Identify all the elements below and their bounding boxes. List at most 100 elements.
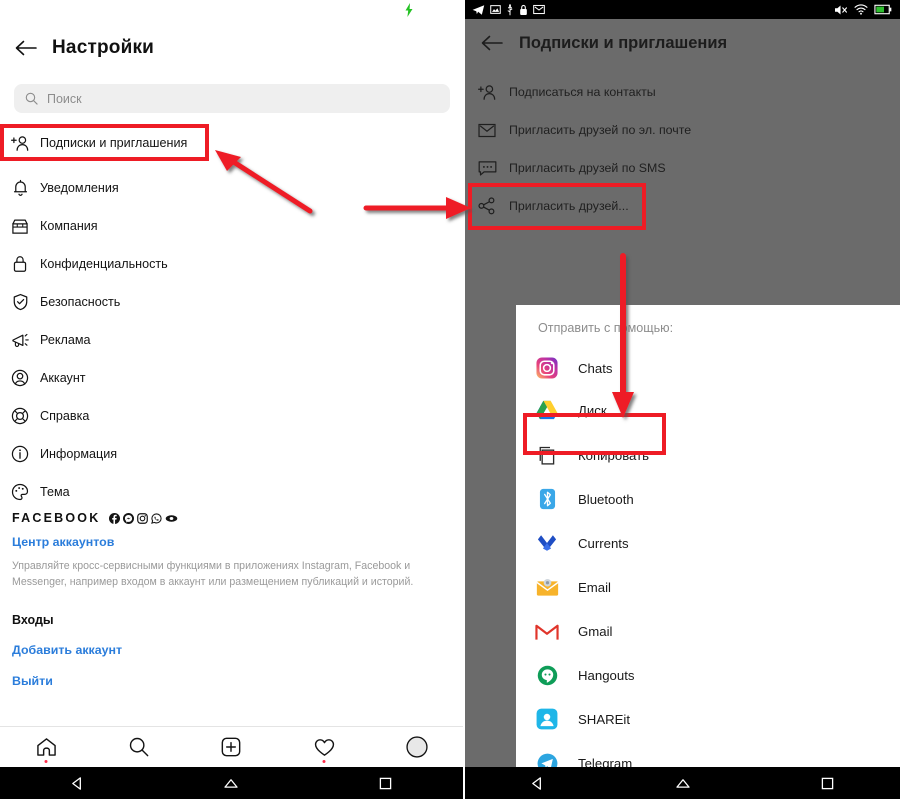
messenger-icon (123, 512, 135, 524)
bell-icon (0, 179, 40, 197)
status-right-icons (834, 4, 900, 16)
sidebar-item-business[interactable]: Компания (0, 211, 463, 241)
page-title: Настройки (52, 37, 155, 58)
tab-create[interactable] (185, 727, 278, 768)
share-app-bluetooth[interactable]: Bluetooth (516, 477, 900, 521)
usb-icon (507, 3, 513, 15)
menu-item-label: Пригласить друзей по эл. почте (509, 123, 692, 137)
menu-item-label: Пригласить друзей по SMS (509, 161, 666, 175)
store-icon (0, 218, 40, 235)
currents-icon (516, 533, 578, 553)
screenshot-icon (490, 5, 501, 14)
sidebar-item-theme[interactable]: Тема (0, 477, 463, 507)
whatsapp-icon (151, 512, 163, 524)
facebook-brand-icons (109, 512, 178, 524)
menu-item-invite-friends[interactable]: Пригласить друзей... (465, 192, 900, 220)
share-app-copy[interactable]: Копировать (516, 433, 900, 477)
share-app-gmail[interactable]: Gmail (516, 609, 900, 653)
search-input-placeholder: Поиск (47, 91, 82, 106)
share-app-label: Gmail (578, 623, 613, 639)
tab-home[interactable] (0, 727, 93, 768)
add-account-link[interactable]: Добавить аккаунт (12, 643, 452, 657)
home-triangle-icon[interactable] (154, 777, 308, 789)
left-status-bar (0, 0, 463, 22)
back-triangle-icon[interactable] (465, 776, 610, 791)
share-app-label: Email (578, 579, 611, 595)
share-app-label: Копировать (578, 447, 650, 463)
recents-square-icon[interactable] (755, 777, 900, 790)
sidebar-item-label: Информация (40, 447, 118, 461)
home-triangle-icon[interactable] (610, 777, 755, 789)
google-drive-icon (516, 400, 578, 420)
menu-item-follow-contacts[interactable]: Подписаться на контакты (465, 78, 900, 106)
back-triangle-icon[interactable] (0, 776, 154, 791)
search-field[interactable]: Поиск (14, 84, 450, 113)
accounts-center-link[interactable]: Центр аккаунтов (12, 535, 452, 549)
right-android-navbar (465, 767, 900, 799)
logout-link[interactable]: Выйти (12, 674, 452, 688)
facebook-icon (109, 512, 121, 524)
right-header: Подписки и приглашения (465, 19, 900, 67)
envelope-icon (465, 123, 509, 138)
sms-icon (465, 160, 509, 177)
sidebar-item-security[interactable]: Безопасность (0, 287, 463, 317)
sidebar-item-privacy[interactable]: Конфиденциальность (0, 249, 463, 279)
share-app-label: Chats (578, 360, 613, 376)
left-phone-screen: Настройки Поиск Подписки и приглашения У… (0, 0, 463, 799)
share-app-drive[interactable]: Диск (516, 388, 900, 432)
share-app-hangouts[interactable]: Hangouts (516, 653, 900, 697)
share-app-label: SHAREit (578, 711, 631, 727)
recents-square-icon[interactable] (309, 777, 463, 790)
instagram-icon (516, 357, 578, 379)
palette-icon (0, 483, 40, 501)
telegram-icon (472, 4, 485, 15)
facebook-block: FACEBOOK Центр аккаунтов Управляйте крос… (12, 509, 452, 688)
sidebar-item-label: Конфиденциальность (40, 257, 168, 271)
email-icon (516, 578, 578, 597)
share-app-email[interactable]: Email (516, 565, 900, 609)
sidebar-item-label: Подписки и приглашения (40, 136, 188, 150)
share-sheet-title: Отправить с помощью: (538, 321, 674, 335)
shield-check-icon (0, 293, 40, 311)
share-app-shareit[interactable]: SHAREit (516, 697, 900, 741)
status-left-icons (465, 3, 545, 16)
back-arrow-icon[interactable] (465, 35, 519, 51)
shareit-icon (516, 708, 578, 730)
share-app-chats[interactable]: Chats (516, 346, 900, 390)
sidebar-item-notifications[interactable]: Уведомления (0, 173, 463, 203)
tab-activity[interactable] (278, 727, 371, 768)
logins-heading: Входы (12, 612, 54, 627)
page-title: Подписки и приглашения (519, 33, 728, 52)
left-header: Настройки (0, 24, 463, 72)
tab-search[interactable] (93, 727, 186, 768)
info-icon (0, 445, 40, 463)
bluetooth-icon (516, 488, 578, 510)
sidebar-item-ads[interactable]: Реклама (0, 325, 463, 355)
menu-item-invite-email[interactable]: Пригласить друзей по эл. почте (465, 116, 900, 144)
share-app-label: Hangouts (578, 667, 635, 683)
tab-profile[interactable] (370, 727, 463, 768)
sidebar-item-label: Тема (40, 485, 70, 499)
sidebar-item-label: Компания (40, 219, 98, 233)
home-icon (37, 738, 56, 756)
left-android-navbar (0, 767, 463, 799)
share-app-currents[interactable]: Currents (516, 521, 900, 565)
facebook-heading-row: FACEBOOK (12, 509, 452, 527)
hangouts-icon (516, 665, 578, 686)
sidebar-item-info[interactable]: Информация (0, 439, 463, 469)
sidebar-item-help[interactable]: Справка (0, 401, 463, 431)
back-arrow-icon[interactable] (0, 40, 52, 56)
sidebar-item-account[interactable]: Аккаунт (0, 363, 463, 393)
battery-icon (874, 4, 892, 15)
right-phone-screen: Подписки и приглашения Подписаться на ко… (465, 0, 900, 799)
right-status-bar (465, 0, 900, 19)
sidebar-item-subscriptions[interactable]: Подписки и приглашения (0, 128, 463, 158)
avatar-icon (406, 736, 428, 758)
menu-item-invite-sms[interactable]: Пригласить друзей по SMS (465, 154, 900, 182)
plus-box-icon (222, 737, 241, 757)
menu-item-label: Пригласить друзей... (509, 199, 629, 213)
add-person-icon (465, 84, 509, 101)
home-badge-dot (44, 759, 48, 763)
share-sheet-dialog: Отправить с помощью: Chats Диск Копирова… (516, 305, 900, 773)
portal-icon (166, 514, 178, 522)
